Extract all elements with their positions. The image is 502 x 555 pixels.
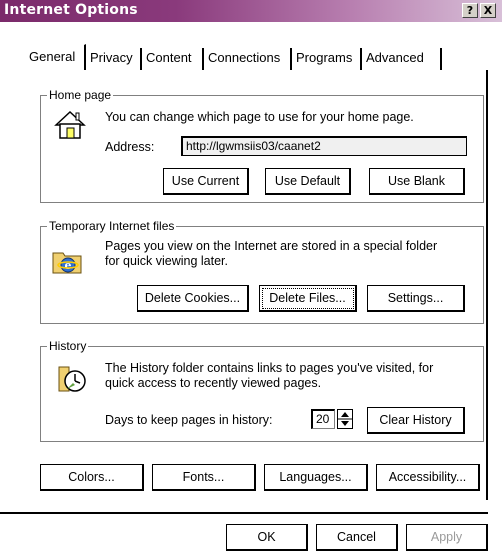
house-icon xyxy=(54,110,86,139)
tab-content[interactable]: Content xyxy=(144,48,204,70)
temp-files-group: Temporary Internet files e Pages you vie… xyxy=(40,219,484,324)
address-field[interactable]: http://lgwmsiis03/caanet2 xyxy=(181,136,467,156)
ie-folder-icon: e xyxy=(52,252,82,274)
fonts-button[interactable]: Fonts... xyxy=(152,464,256,491)
tab-connections[interactable]: Connections xyxy=(206,48,292,70)
use-blank-button[interactable]: Use Blank xyxy=(369,168,465,195)
panel-right-edge xyxy=(486,70,488,500)
days-stepper-icon[interactable] xyxy=(337,409,353,429)
ok-button[interactable]: OK xyxy=(226,524,308,551)
tab-advanced[interactable]: Advanced xyxy=(364,48,442,70)
accessibility-button[interactable]: Accessibility... xyxy=(376,464,480,491)
home-page-description: You can change which page to use for you… xyxy=(105,110,414,124)
clear-history-button[interactable]: Clear History xyxy=(367,407,465,434)
history-clock-icon xyxy=(58,366,86,392)
temp-files-description-line1: Pages you view on the Internet are store… xyxy=(105,239,438,253)
delete-files-button[interactable]: Delete Files... xyxy=(259,285,357,312)
history-group: History The History folder contains link… xyxy=(40,339,484,442)
days-label: Days to keep pages in history: xyxy=(105,413,273,427)
cancel-button[interactable]: Cancel xyxy=(316,524,398,551)
tab-divider xyxy=(26,70,488,71)
help-button[interactable]: ? xyxy=(462,3,478,18)
svg-text:e: e xyxy=(65,259,72,272)
home-page-group: Home page You can change which page to u… xyxy=(40,88,484,203)
tab-general[interactable]: General xyxy=(26,44,86,70)
history-description-line1: The History folder contains links to pag… xyxy=(105,361,434,375)
use-current-button[interactable]: Use Current xyxy=(163,168,249,195)
close-button[interactable]: X xyxy=(480,3,496,18)
delete-cookies-button[interactable]: Delete Cookies... xyxy=(137,285,249,312)
title-bar[interactable]: Internet Options ? X xyxy=(0,0,502,22)
apply-button[interactable]: Apply xyxy=(406,524,488,551)
history-group-title: History xyxy=(47,339,89,353)
colors-button[interactable]: Colors... xyxy=(40,464,144,491)
tab-privacy[interactable]: Privacy xyxy=(88,48,142,70)
address-label: Address: xyxy=(105,140,155,154)
panel-bottom-edge xyxy=(0,512,488,514)
use-default-button[interactable]: Use Default xyxy=(265,168,351,195)
home-page-group-title: Home page xyxy=(47,88,114,102)
languages-button[interactable]: Languages... xyxy=(264,464,368,491)
history-description-line2: quick access to recently viewed pages. xyxy=(105,376,322,390)
settings-button[interactable]: Settings... xyxy=(367,285,465,312)
window-title: Internet Options xyxy=(4,2,138,18)
days-input[interactable]: 20 xyxy=(311,409,335,429)
temp-files-group-title: Temporary Internet files xyxy=(47,219,177,233)
tab-programs[interactable]: Programs xyxy=(294,48,362,70)
temp-files-description-line2: for quick viewing later. xyxy=(105,254,228,268)
